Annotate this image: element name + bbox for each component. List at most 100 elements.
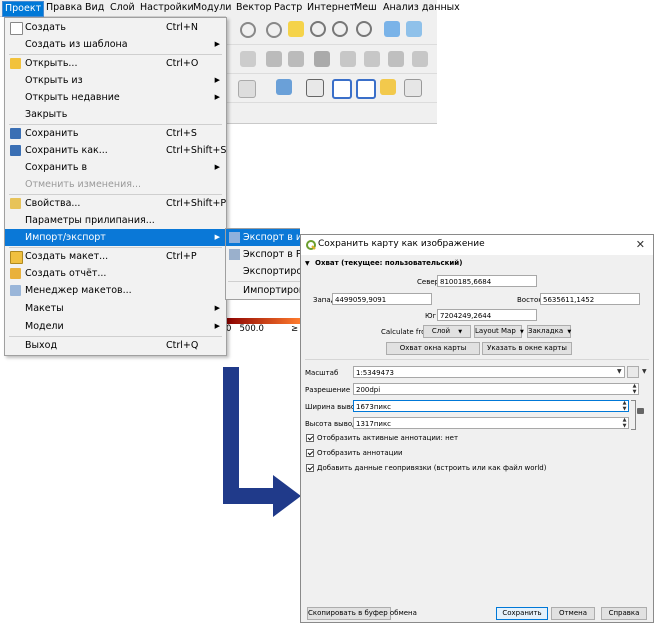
georef-label: Добавить данные геопривязки (встроить ил…	[317, 464, 547, 472]
qgis-logo-icon	[306, 240, 316, 250]
annotations-checkbox[interactable]	[306, 449, 314, 457]
submenu-item-export-pdf[interactable]: Экспорт в PDF	[226, 246, 300, 263]
zoom-out-icon[interactable]	[240, 22, 256, 38]
scale-dropdown-arrow-icon[interactable]: ▼	[617, 368, 622, 375]
menu-item-save[interactable]: Сохранить Ctrl+S	[5, 125, 226, 142]
pointer-icon[interactable]	[306, 79, 324, 97]
south-input[interactable]: 7204249,2644	[437, 309, 537, 321]
menu-item-close[interactable]: Закрыть	[5, 106, 226, 123]
help-button[interactable]: Справка	[601, 607, 647, 620]
menu-web[interactable]: Интернет	[305, 1, 357, 15]
legend-more: ≥	[291, 324, 299, 334]
zoom-selection-icon[interactable]	[332, 21, 348, 37]
menu-item-models[interactable]: Модели ▶	[5, 318, 226, 335]
copy-clipboard-button[interactable]: Скопировать в буфер обмена	[307, 607, 417, 620]
label-icon[interactable]	[276, 79, 292, 95]
height-spinner-icon[interactable]: ▲ ▼	[621, 417, 628, 429]
scale-menu-arrow-icon[interactable]: ▼	[642, 368, 647, 375]
polygon-move-icon[interactable]	[356, 79, 376, 99]
menu-analysis[interactable]: Анализ данных	[381, 1, 462, 15]
menu-edit[interactable]: Правка	[44, 1, 84, 15]
vertex-tool-icon[interactable]	[288, 51, 304, 67]
polygon-node-icon[interactable]	[332, 79, 352, 99]
menu-item-new-report[interactable]: Создать отчёт...	[5, 265, 226, 282]
export-image-icon	[229, 232, 240, 243]
save-button[interactable]: Сохранить	[496, 607, 548, 620]
zoom-rubberband-icon[interactable]	[266, 22, 282, 38]
submenu-arrow-icon: ▶	[214, 40, 220, 48]
menu-vector[interactable]: Вектор	[234, 1, 273, 15]
menu-item-save-to[interactable]: Сохранить в ▶	[5, 159, 226, 176]
import-export-submenu: Экспорт в изображение Экспорт в PDF Эксп…	[225, 228, 300, 300]
menu-mesh[interactable]: Меш	[352, 1, 379, 15]
menu-item-layout-manager[interactable]: Менеджер макетов...	[5, 282, 226, 299]
cancel-button[interactable]: Отмена	[551, 607, 595, 620]
cut-icon[interactable]	[388, 51, 404, 67]
layer-button[interactable]: Слой ▼	[423, 325, 471, 338]
menu-layer[interactable]: Слой	[108, 1, 137, 15]
star-icon[interactable]	[380, 79, 396, 95]
legend-values: 0 500.0	[226, 324, 264, 334]
menu-plugins[interactable]: Модули	[191, 1, 233, 15]
edit-tool-icon[interactable]	[314, 51, 330, 67]
map-canvas-extent-button[interactable]: Охват окна карты	[386, 342, 480, 355]
zoom-layer-icon[interactable]	[310, 21, 326, 37]
menu-item-properties[interactable]: Свойства... Ctrl+Shift+P	[5, 195, 226, 212]
height-input[interactable]: 1317пикс	[353, 417, 629, 429]
north-input[interactable]: 8100185,6684	[437, 275, 537, 287]
layer-style-icon[interactable]	[238, 80, 256, 98]
lock-icon[interactable]	[637, 408, 644, 414]
draw-on-canvas-button[interactable]: Указать в окне карты	[482, 342, 572, 355]
georef-checkbox[interactable]	[306, 464, 314, 472]
dropdown-arrow-icon: ▼	[567, 329, 572, 335]
collapse-arrow-icon[interactable]: ▼	[305, 260, 310, 267]
new-map-view-icon[interactable]	[384, 21, 400, 37]
scale-label: Масштаб	[305, 369, 339, 377]
menu-item-exit[interactable]: Выход Ctrl+Q	[5, 337, 226, 354]
add-point-icon[interactable]	[266, 51, 282, 67]
close-icon[interactable]: ✕	[636, 238, 645, 251]
width-input[interactable]: 1673пикс	[353, 400, 629, 412]
delete-icon[interactable]	[340, 51, 356, 67]
new-layout-icon	[10, 251, 23, 264]
submenu-arrow-icon: ▶	[214, 233, 220, 241]
resolution-spinner-icon[interactable]: ▲ ▼	[631, 383, 638, 395]
submenu-item-export-image[interactable]: Экспорт в изображение	[226, 229, 300, 246]
zoom-full-icon[interactable]	[288, 21, 304, 37]
save-edits-icon[interactable]	[240, 51, 256, 67]
menu-settings[interactable]: Настройки	[138, 1, 196, 15]
layout-manager-icon	[10, 285, 21, 296]
menu-raster[interactable]: Растр	[272, 1, 304, 15]
paste-icon[interactable]	[412, 51, 428, 67]
dropdown-arrow-icon: ▼	[458, 329, 463, 335]
text-tool-icon[interactable]	[404, 79, 422, 97]
width-spinner-icon[interactable]: ▲ ▼	[621, 400, 628, 412]
menu-item-layouts[interactable]: Макеты ▶	[5, 300, 226, 317]
new-3d-view-icon[interactable]	[406, 21, 422, 37]
menu-item-save-as[interactable]: Сохранить как... Ctrl+Shift+S	[5, 142, 226, 159]
resolution-input[interactable]: 200dpi	[353, 383, 639, 395]
menu-project[interactable]: Проект	[2, 1, 45, 17]
menu-item-revert: Отменить изменения...	[25, 179, 142, 190]
menu-item-new-from-template[interactable]: Создать из шаблона ▶	[5, 36, 226, 53]
west-input[interactable]: 4499059,9091	[332, 293, 432, 305]
menu-item-snapping[interactable]: Параметры прилипания...	[5, 212, 226, 229]
menu-item-import-export[interactable]: Импорт/экспорт ▶	[5, 229, 226, 246]
menu-item-open-from[interactable]: Открыть из ▶	[5, 72, 226, 89]
layout-map-button[interactable]: Layout Map ▼	[474, 325, 524, 338]
menu-item-open-recent[interactable]: Открыть недавние ▶	[5, 89, 226, 106]
submenu-item-export[interactable]: Экспортировать	[226, 263, 300, 280]
scale-input[interactable]: 1:5349473	[353, 366, 625, 378]
bookmark-button[interactable]: Закладка ▼	[527, 325, 571, 338]
copy-icon[interactable]	[364, 51, 380, 67]
submenu-arrow-icon: ▶	[214, 304, 220, 312]
menu-view[interactable]: Вид	[83, 1, 106, 15]
menu-item-new[interactable]: Создать Ctrl+N	[5, 19, 226, 36]
submenu-item-import[interactable]: Импортировать	[226, 282, 300, 299]
menu-item-open[interactable]: Открыть... Ctrl+O	[5, 55, 226, 72]
menu-item-new-layout[interactable]: Создать макет... Ctrl+P	[5, 248, 226, 265]
zoom-last-icon[interactable]	[356, 21, 372, 37]
east-input[interactable]: 5635611,1452	[540, 293, 640, 305]
scale-map-icon[interactable]	[627, 366, 639, 378]
active-annotations-checkbox[interactable]	[306, 434, 314, 442]
